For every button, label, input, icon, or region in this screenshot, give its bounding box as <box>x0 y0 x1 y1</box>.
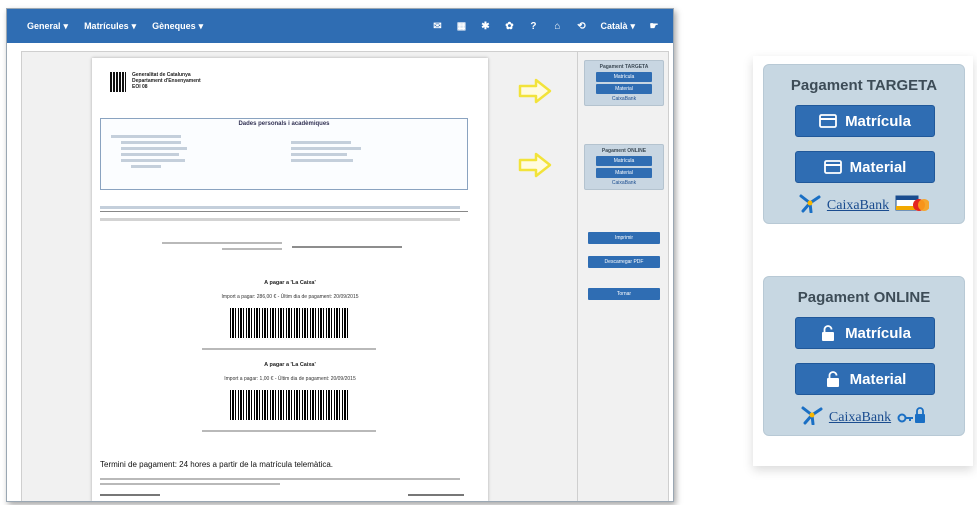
payment2-title: A pagar a 'La Caixa' <box>264 362 316 368</box>
card-material-button[interactable]: Material <box>596 84 652 94</box>
text-line <box>291 153 347 156</box>
generalitat-logo <box>110 72 126 92</box>
main-content: Generalitat de Catalunya Departament d'E… <box>21 51 669 501</box>
text-line <box>121 147 187 150</box>
text-line <box>111 135 181 138</box>
visa-card-icon <box>895 193 931 218</box>
table-header-line <box>100 206 460 209</box>
payment1-title: A pagar a 'La Caixa' <box>264 280 316 286</box>
zoom-online-payment-box: Pagament ONLINE Matrícula Material Caixa… <box>763 276 965 436</box>
online-payment-box: Pagament ONLINE Matrícula Material Caixa… <box>584 144 664 190</box>
cog-icon[interactable]: ✿ <box>504 21 514 32</box>
pointer-arrow-icon <box>518 78 552 104</box>
text-line <box>291 159 353 162</box>
personal-data-box: Dades personals i acadèmiques <box>100 118 468 190</box>
pointer-arrow-icon <box>518 152 552 178</box>
logout-icon[interactable]: ⟲ <box>576 21 586 32</box>
download-pdf-button[interactable]: Descarregar PDF <box>588 256 660 268</box>
org-header: Generalitat de Catalunya Departament d'E… <box>132 72 201 90</box>
zoomed-payment-panel: Pagament TARGETA Matrícula Material Caix… <box>753 56 973 466</box>
back-button[interactable]: Tornar <box>588 288 660 300</box>
text-line <box>121 159 185 162</box>
menu-general[interactable]: General ▾ <box>27 21 68 32</box>
text-line <box>131 165 161 168</box>
zoom-online-matricula-button[interactable]: Matrícula <box>795 317 935 349</box>
credit-card-icon <box>823 159 842 175</box>
online-matricula-button[interactable]: Matrícula <box>596 156 652 166</box>
text-line <box>100 478 460 480</box>
document-preview: Generalitat de Catalunya Departament d'E… <box>92 58 488 501</box>
grid-icon[interactable]: ▦ <box>456 21 466 32</box>
page: General ▾ Matrícules ▾ Gèneques ▾ ✉ ▦ ✱ ✿ ?… <box>0 0 977 505</box>
zoom-card-payment-box: Pagament TARGETA Matrícula Material Caix… <box>763 64 965 224</box>
text-line <box>222 248 282 250</box>
help-icon[interactable]: ? <box>528 21 538 32</box>
chevron-down-icon: ▾ <box>630 20 635 31</box>
language-menu[interactable]: Català ▾ <box>600 21 635 32</box>
chevron-down-icon: ▾ <box>63 20 69 31</box>
user-icon[interactable]: ☛ <box>649 21 659 32</box>
text-line <box>121 141 181 144</box>
text-line <box>202 348 376 350</box>
unlock-icon <box>824 371 842 387</box>
text-line <box>100 494 160 496</box>
menu-matricules[interactable]: Matrícules ▾ <box>84 21 136 32</box>
text-line <box>292 246 402 248</box>
card-matricula-button[interactable]: Matrícula <box>596 72 652 82</box>
payment-deadline: Termini de pagament: 24 hores a partir d… <box>100 460 334 469</box>
text-line <box>202 430 376 432</box>
print-button[interactable]: Imprimir <box>588 232 660 244</box>
text-line <box>121 153 179 156</box>
enrolment-table-row <box>100 216 468 224</box>
text-line <box>162 242 282 244</box>
zoom-caixabank-card-link[interactable]: CaixaBank <box>764 193 964 218</box>
zoom-card-matricula-button[interactable]: Matrícula <box>795 105 935 137</box>
card-payment-box: Pagament TARGETA Matrícula Material Caix… <box>584 60 664 106</box>
nav-icons: ✉ ▦ ✱ ✿ ? ⌂ ⟲ Català ▾ ☛ <box>432 21 673 32</box>
zoom-online-material-button[interactable]: Material <box>795 363 935 395</box>
top-navbar: General ▾ Matrícules ▾ Gèneques ▾ ✉ ▦ ✱ ✿ ?… <box>7 9 673 43</box>
action-sidebar: Pagament TARGETA Matrícula Material Caix… <box>577 52 669 501</box>
caixabank-star-icon <box>801 405 823 430</box>
credit-card-icon <box>819 113 837 129</box>
app-screenshot: General ▾ Matrícules ▾ Gèneques ▾ ✉ ▦ ✱ ✿ ?… <box>6 8 674 502</box>
barcode <box>230 390 348 420</box>
home-icon[interactable]: ⌂ <box>552 21 562 32</box>
gear-icon[interactable]: ✱ <box>480 21 490 32</box>
key-lock-icon <box>897 405 927 430</box>
menu-geneques[interactable]: Gèneques ▾ <box>152 21 203 32</box>
chevron-down-icon: ▾ <box>131 20 137 31</box>
caixabank-star-icon <box>799 193 821 218</box>
zoom-caixabank-online-link[interactable]: CaixaBank <box>764 405 964 430</box>
caixabank-link[interactable]: CaixaBank <box>588 180 660 186</box>
text-line <box>408 494 464 496</box>
caixabank-link[interactable]: CaixaBank <box>588 96 660 102</box>
zoom-online-title: Pagament ONLINE <box>797 289 931 306</box>
personal-data-title: Dades personals i acadèmiques <box>238 121 330 127</box>
table-row-line <box>100 218 460 221</box>
unlock-icon <box>819 325 837 341</box>
text-line <box>291 147 361 150</box>
nav-menus: General ▾ Matrícules ▾ Gèneques ▾ <box>7 21 203 32</box>
text-line <box>100 483 280 485</box>
zoom-card-material-button[interactable]: Material <box>795 151 935 183</box>
text-line <box>291 141 351 144</box>
barcode <box>230 308 348 338</box>
chevron-down-icon: ▾ <box>198 20 204 31</box>
zoom-card-title: Pagament TARGETA <box>790 77 938 94</box>
online-material-button[interactable]: Material <box>596 168 652 178</box>
payment2-import: Import a pagar: 1,00 € - Últim dia de pa… <box>224 376 356 382</box>
payment1-import: Import a pagar: 286,00 € - Últim dia de … <box>221 294 359 300</box>
envelope-icon[interactable]: ✉ <box>432 21 442 32</box>
enrolment-table-header <box>100 204 468 212</box>
